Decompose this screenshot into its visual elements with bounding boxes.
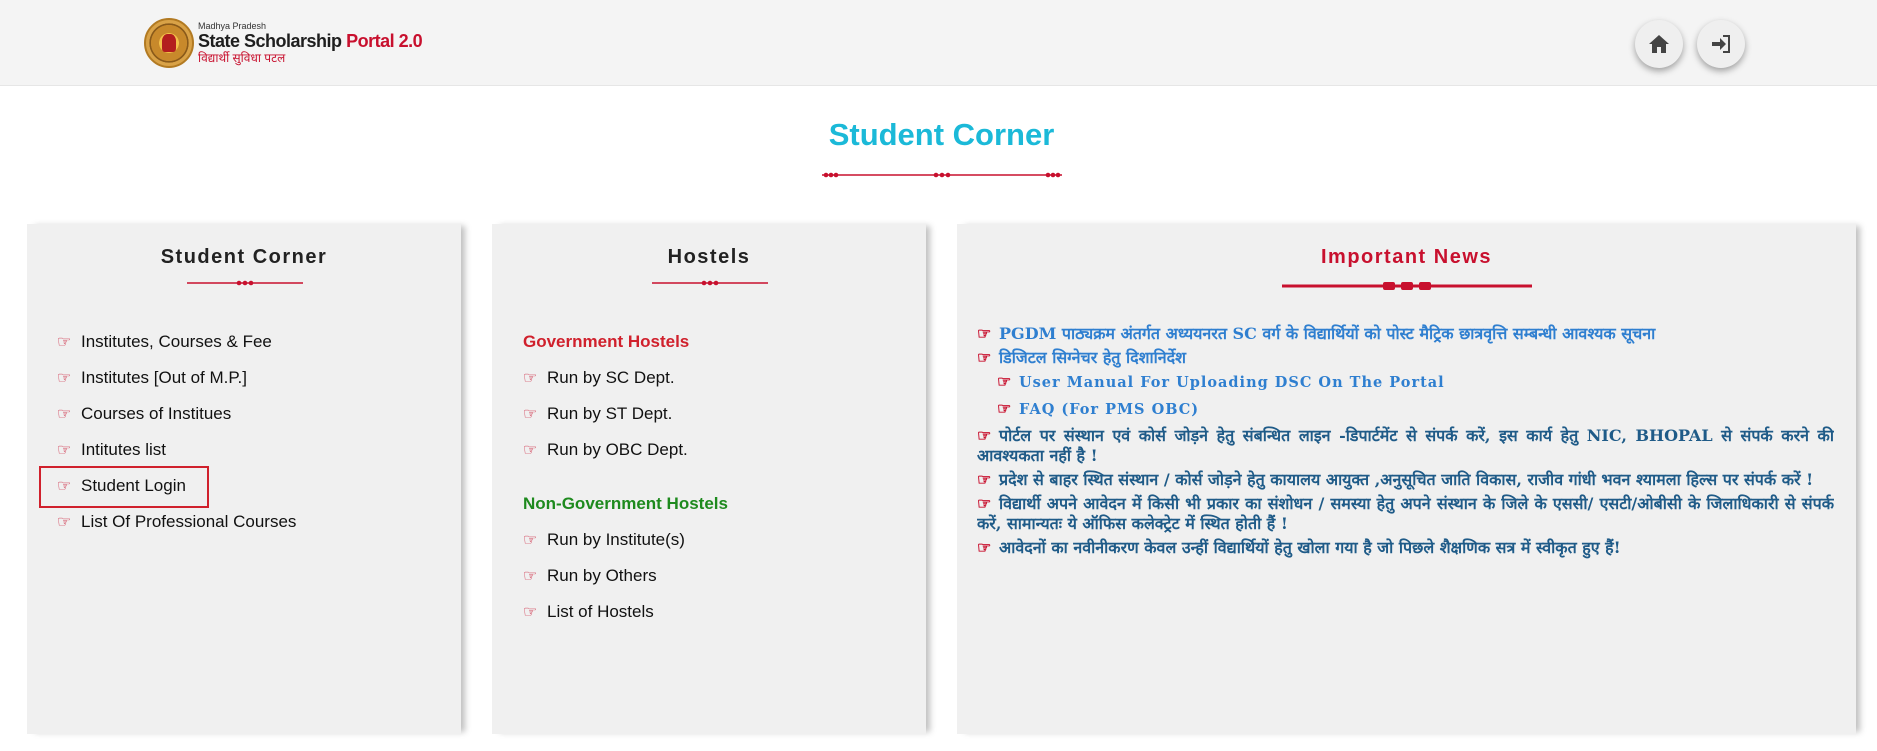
news-text: विद्यार्थी अपने आवेदन में किसी भी प्रकार… <box>977 494 1834 533</box>
nongovernment-hostels-heading: Non-Government Hostels <box>523 494 728 513</box>
news-text: User Manual For Uploading DSC On The Por… <box>1019 374 1445 391</box>
link-label: Run by Institute(s) <box>547 530 685 549</box>
news-text: आवेदनों का नवीनीकरण केवल उन्हीं विद्यार्… <box>999 538 1621 557</box>
important-news-panel: Important News ☞ PGDM पाठ्यक्रम अंतर्गत अ… <box>957 224 1856 734</box>
logo-title-accent: Portal 2.0 <box>346 31 423 51</box>
hand-pointer-icon: ☞ <box>997 372 1013 391</box>
hand-pointer-icon: ☞ <box>997 399 1013 418</box>
student-corner-panel: Student Corner ☞ Institutes, Courses & Fe… <box>27 224 461 734</box>
link-label: List of Hostels <box>547 602 654 621</box>
link-label: Intitutes list <box>81 440 167 459</box>
hand-pointer-icon: ☞ <box>57 478 72 495</box>
hostels-panel: Hostels Government Hostels ☞ Run by SC De… <box>492 224 926 734</box>
site-header: Madhya Pradesh State Scholarship Portal … <box>0 0 1877 86</box>
title-divider <box>822 172 1062 178</box>
news-scroller[interactable]: ☞ PGDM पाठ्यक्रम अंतर्गत अध्ययनरत SC वर्ग… <box>977 324 1834 672</box>
link-label: Run by Others <box>547 566 657 585</box>
hand-pointer-icon: ☞ <box>523 604 538 621</box>
link-institutes-list[interactable]: ☞ Intitutes list <box>57 432 296 468</box>
hand-pointer-icon: ☞ <box>57 370 72 387</box>
news-subitem[interactable]: ☞ FAQ (For PMS OBC) <box>977 399 1834 420</box>
home-button[interactable] <box>1635 20 1683 68</box>
logo-state: Madhya Pradesh <box>198 21 267 31</box>
hand-pointer-icon: ☞ <box>57 514 72 531</box>
link-run-by-st[interactable]: ☞ Run by ST Dept. <box>523 396 728 432</box>
hand-pointer-icon: ☞ <box>523 442 538 459</box>
hand-pointer-icon: ☞ <box>977 538 992 557</box>
link-label: Institutes, Courses & Fee <box>81 332 272 351</box>
news-item[interactable]: ☞ प्रदेश से बाहर स्थित संस्थान / कोर्स जो… <box>977 470 1834 490</box>
news-text: प्रदेश से बाहर स्थित संस्थान / कोर्स जोड… <box>999 470 1814 489</box>
student-corner-divider <box>187 280 303 286</box>
hand-pointer-icon: ☞ <box>977 348 992 367</box>
login-button[interactable] <box>1697 20 1745 68</box>
hand-pointer-icon: ☞ <box>977 470 992 489</box>
link-label: Run by OBC Dept. <box>547 440 688 459</box>
hand-pointer-icon: ☞ <box>523 568 538 585</box>
news-text: FAQ (For PMS OBC) <box>1019 401 1200 418</box>
student-corner-title: Student Corner <box>160 246 328 268</box>
news-item[interactable]: ☞ PGDM पाठ्यक्रम अंतर्गत अध्ययनरत SC वर्ग… <box>977 324 1834 344</box>
news-text: पोर्टल पर संस्थान एवं कोर्स जोड़ने हेतु … <box>977 426 1834 465</box>
logo-title: State Scholarship Portal 2.0 <box>198 31 423 51</box>
link-courses-of-institutes[interactable]: ☞ Courses of Institues <box>57 396 296 432</box>
logo-title-main: State Scholarship <box>198 31 342 51</box>
link-label: Run by SC Dept. <box>547 368 675 387</box>
link-label: List Of Professional Courses <box>81 512 297 531</box>
hand-pointer-icon: ☞ <box>57 442 72 459</box>
important-news-divider <box>1282 282 1532 290</box>
student-corner-list: ☞ Institutes, Courses & Fee ☞ Institutes [… <box>38 324 296 540</box>
link-run-by-obc[interactable]: ☞ Run by OBC Dept. <box>523 432 728 468</box>
news-item[interactable]: ☞ विद्यार्थी अपने आवेदन में किसी भी प्रका… <box>977 494 1834 534</box>
spacer <box>523 468 728 486</box>
hostels-title: Hostels <box>667 246 751 268</box>
government-hostels-heading: Government Hostels <box>523 332 690 351</box>
hostels-divider <box>652 280 768 286</box>
hand-pointer-icon: ☞ <box>523 370 538 387</box>
link-label: Run by ST Dept. <box>547 404 673 423</box>
hand-pointer-icon: ☞ <box>977 426 992 445</box>
link-run-by-institutes[interactable]: ☞ Run by Institute(s) <box>523 522 728 558</box>
hand-pointer-icon: ☞ <box>977 324 992 343</box>
hand-pointer-icon: ☞ <box>57 334 72 351</box>
news-subitem[interactable]: ☞ User Manual For Uploading DSC On The Po… <box>977 372 1834 393</box>
mp-emblem-icon <box>144 18 194 68</box>
link-institutes-courses-fee[interactable]: ☞ Institutes, Courses & Fee <box>57 324 296 360</box>
news-text: डिजिटल सिग्नेचर हेतु दिशानिर्देश <box>999 348 1187 367</box>
link-run-by-others[interactable]: ☞ Run by Others <box>523 558 728 594</box>
sign-in-icon <box>1712 35 1730 53</box>
link-label: Institutes [Out of M.P.] <box>81 368 247 387</box>
important-news-title: Important News <box>1320 246 1493 268</box>
link-label: Courses of Institues <box>81 404 232 423</box>
hand-pointer-icon: ☞ <box>977 494 992 513</box>
home-icon <box>1649 35 1669 53</box>
link-run-by-sc[interactable]: ☞ Run by SC Dept. <box>523 360 728 396</box>
hand-pointer-icon: ☞ <box>523 532 538 549</box>
link-student-login[interactable]: ☞ Student Login <box>38 466 296 508</box>
hand-pointer-icon: ☞ <box>57 406 72 423</box>
site-logo[interactable]: Madhya Pradesh State Scholarship Portal … <box>144 16 423 70</box>
link-label: Student Login <box>81 476 186 495</box>
link-list-of-hostels[interactable]: ☞ List of Hostels <box>523 594 728 630</box>
news-item[interactable]: ☞ डिजिटल सिग्नेचर हेतु दिशानिर्देश <box>977 348 1834 368</box>
link-institutes-out-of-mp[interactable]: ☞ Institutes [Out of M.P.] <box>57 360 296 396</box>
logo-tagline: विद्यार्थी सुविधा पटल <box>198 51 286 65</box>
news-text: PGDM पाठ्यक्रम अंतर्गत अध्ययनरत SC वर्ग … <box>999 324 1656 343</box>
hostels-list: Government Hostels ☞ Run by SC Dept. ☞ Run… <box>523 324 728 630</box>
news-item[interactable]: ☞ आवेदनों का नवीनीकरण केवल उन्हीं विद्यार… <box>977 538 1834 558</box>
news-item[interactable]: ☞ पोर्टल पर संस्थान एवं कोर्स जोड़ने हेतु… <box>977 426 1834 466</box>
page-title: Student Corner <box>828 117 1055 152</box>
hand-pointer-icon: ☞ <box>523 406 538 423</box>
link-professional-courses[interactable]: ☞ List Of Professional Courses <box>57 504 296 540</box>
logo-text: Madhya Pradesh State Scholarship Portal … <box>198 21 423 65</box>
